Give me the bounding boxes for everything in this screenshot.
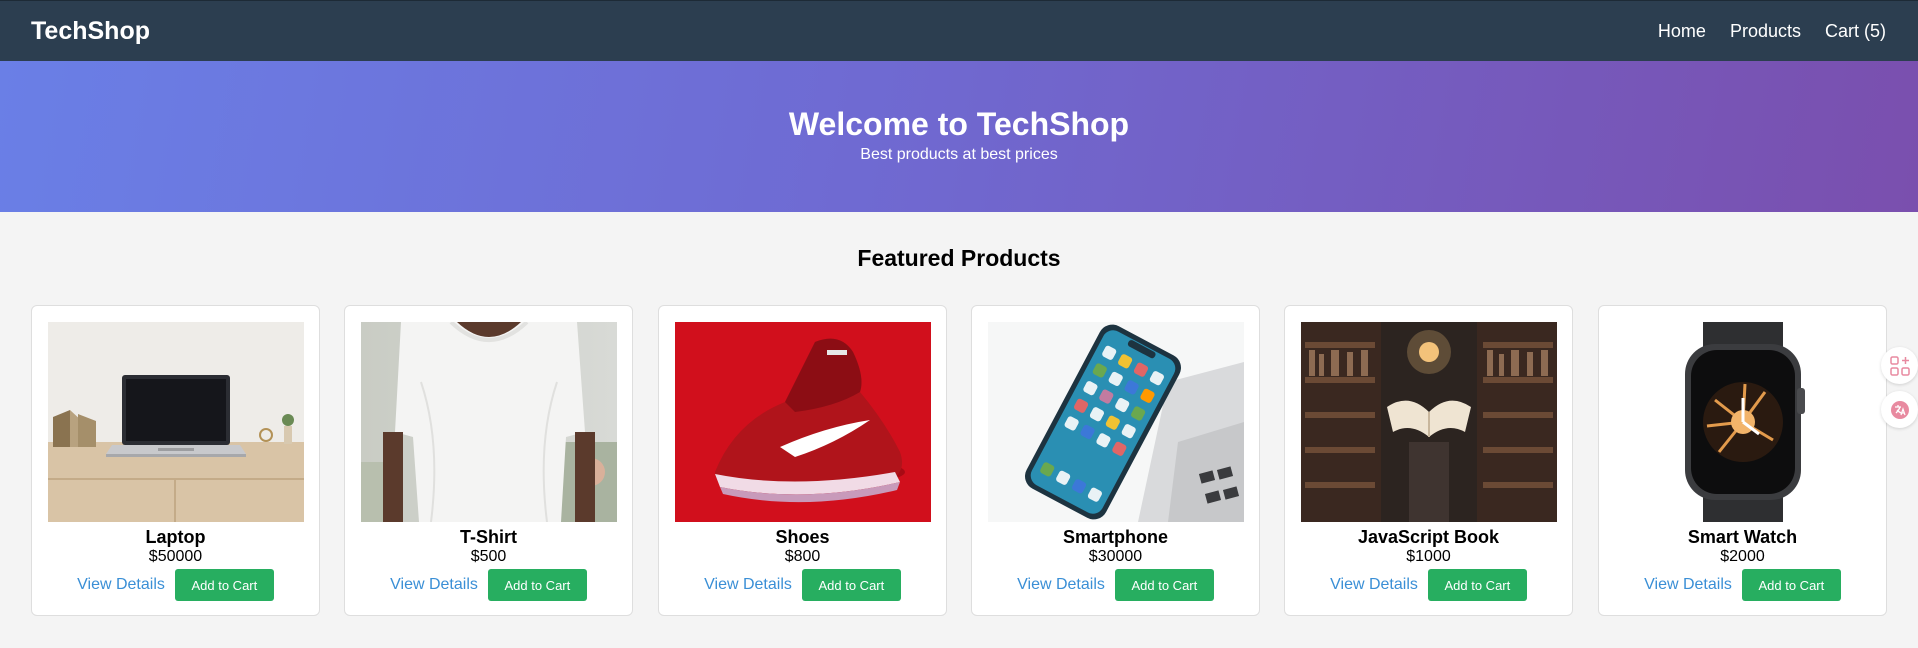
product-name: JavaScript Book (1357, 527, 1500, 547)
product-card: Smart Watch $2000 View Details Add to Ca… (1598, 305, 1887, 616)
product-card: T-Shirt $500 View Details Add to Cart (344, 305, 633, 616)
product-name: Laptop (145, 527, 206, 547)
add-to-cart-button[interactable]: Add to Cart (1114, 569, 1214, 601)
product-price: $1000 (1406, 548, 1451, 565)
hero-subtitle: Best products at best prices (860, 146, 1058, 163)
product-actions: View Details Add to Cart (659, 569, 946, 601)
shoes-photo (675, 322, 931, 522)
view-details-link[interactable]: View Details (77, 576, 165, 594)
apps-icon[interactable] (1881, 347, 1918, 384)
nav-link-cart[interactable]: Cart (5) (1825, 21, 1886, 42)
hero-title: Welcome to TechShop (788, 106, 1130, 142)
product-card: JavaScript Book $1000 View Details Add t… (1284, 305, 1573, 616)
add-to-cart-button[interactable]: Add to Cart (1427, 569, 1527, 601)
product-price: $800 (784, 548, 821, 565)
product-card: Shoes $800 View Details Add to Cart (658, 305, 947, 616)
nav-link-home[interactable]: Home (1658, 21, 1706, 42)
product-actions: View Details Add to Cart (32, 569, 319, 601)
product-name: Smartphone (1062, 527, 1168, 547)
product-actions: View Details Add to Cart (1285, 569, 1572, 601)
view-details-link[interactable]: View Details (1644, 576, 1732, 594)
nav-link-products[interactable]: Products (1730, 21, 1801, 42)
product-actions: View Details Add to Cart (345, 569, 632, 601)
product-price: $30000 (1088, 548, 1143, 565)
add-to-cart-button[interactable]: Add to Cart (801, 569, 901, 601)
nav-links: Home Products Cart (5) (1658, 21, 1886, 42)
product-price: $2000 (1720, 548, 1765, 565)
translate-icon[interactable] (1881, 391, 1918, 428)
navbar: TechShop Home Products Cart (5) (0, 0, 1918, 61)
smartphone-photo (988, 322, 1244, 522)
tshirt-photo (361, 322, 617, 522)
product-price: $500 (470, 548, 507, 565)
view-details-link[interactable]: View Details (1330, 576, 1418, 594)
product-actions: View Details Add to Cart (972, 569, 1259, 601)
hero-banner: Welcome to TechShop Best products at bes… (0, 61, 1918, 212)
product-name: Smart Watch (1687, 527, 1798, 547)
view-details-link[interactable]: View Details (390, 576, 478, 594)
add-to-cart-button[interactable]: Add to Cart (1741, 569, 1841, 601)
view-details-link[interactable]: View Details (704, 576, 792, 594)
product-card: Smartphone $30000 View Details Add to Ca… (971, 305, 1260, 616)
product-price: $50000 (148, 548, 203, 565)
product-grid: Laptop $50000 View Details Add to Cart T… (31, 305, 1889, 616)
product-name: T-Shirt (460, 527, 517, 547)
product-card: Laptop $50000 View Details Add to Cart (31, 305, 320, 616)
add-to-cart-button[interactable]: Add to Cart (174, 569, 274, 601)
product-actions: View Details Add to Cart (1599, 569, 1886, 601)
featured-products-title: Featured Products (857, 245, 1061, 271)
laptop-photo (48, 322, 304, 522)
book-photo (1301, 322, 1557, 522)
smartwatch-photo (1615, 322, 1871, 522)
product-name: Shoes (775, 527, 830, 547)
brand-logo[interactable]: TechShop (31, 17, 150, 46)
add-to-cart-button[interactable]: Add to Cart (487, 569, 587, 601)
view-details-link[interactable]: View Details (1017, 576, 1105, 594)
